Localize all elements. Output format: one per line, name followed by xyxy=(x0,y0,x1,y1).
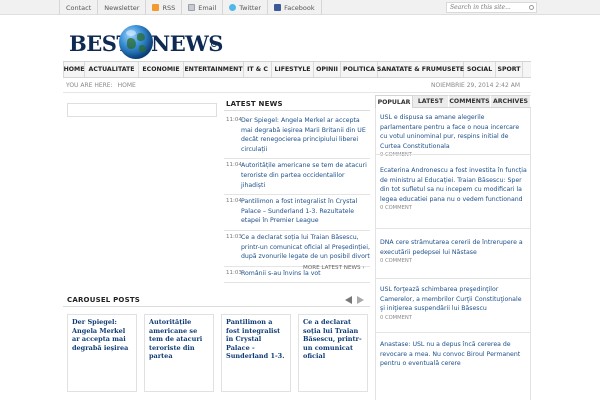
list-item: 11:04 Der Spiegel: Angela Merkel ar acce… xyxy=(224,114,370,160)
email-link[interactable]: Email xyxy=(182,0,224,15)
globe-land xyxy=(139,45,146,52)
news-link[interactable]: Der Spiegel: Angela Merkel ar accepta ma… xyxy=(241,116,370,154)
nav-item-social[interactable]: SOCIAL xyxy=(464,62,496,77)
tab-latest[interactable]: LATEST xyxy=(413,95,449,107)
contact-link[interactable]: Contact xyxy=(59,0,99,15)
popular-link[interactable]: USL forţează schimbarea preşedinţilor Ca… xyxy=(380,286,522,312)
news-time: 11:04 xyxy=(226,162,242,169)
list-item: USL e dispusa sa amane alegerile parlame… xyxy=(380,113,528,158)
popular-list: USL e dispusa sa amane alegerile parlame… xyxy=(375,108,531,400)
news-link[interactable]: Ce a declarat soția lui Traian Băsescu, … xyxy=(241,233,370,262)
globe-land xyxy=(137,33,145,41)
sidebar-tabs: POPULAR LATEST COMMENTS ARCHIVES xyxy=(375,95,531,108)
popular-link[interactable]: Ecaterina Andronescu a fost investita în… xyxy=(380,167,527,203)
list-divider xyxy=(376,154,530,155)
carousel-divider xyxy=(63,306,370,307)
search-box xyxy=(446,2,537,13)
nav-item-actualitate[interactable]: ACTUALITATE xyxy=(85,62,139,77)
newsletter-link[interactable]: Newsletter xyxy=(98,0,147,15)
list-divider xyxy=(376,278,530,279)
header-divider xyxy=(63,92,531,93)
list-item: Anastase: USL nu a depus încă cererea de… xyxy=(380,340,528,369)
rss-link[interactable]: RSS xyxy=(146,0,183,15)
latest-news-title: LATEST NEWS xyxy=(226,100,283,108)
carousel-card[interactable]: Pantilimon a fost integralist în Crystal… xyxy=(221,314,291,392)
search-icon[interactable] xyxy=(529,5,534,10)
more-latest-news-link[interactable]: MORE LATEST NEWS › xyxy=(303,265,365,271)
rss-icon xyxy=(152,4,160,11)
news-link[interactable]: Autoritățile americane se tem de atacuri… xyxy=(241,161,370,190)
globe-shine xyxy=(126,30,136,36)
breadcrumb: YOU ARE HERE: HOME xyxy=(66,82,136,89)
facebook-icon xyxy=(274,4,282,11)
nav-item-sanatate-frumusete[interactable]: SANATATE & FRUMUSETE xyxy=(377,62,464,77)
latest-news-list: 11:04 Der Spiegel: Angela Merkel ar acce… xyxy=(224,114,370,284)
top-links: Contact Newsletter RSS Email Twitter Fac… xyxy=(59,0,322,15)
tab-comments[interactable]: COMMENTS xyxy=(449,95,491,107)
arrow-left-icon[interactable] xyxy=(345,296,352,304)
tab-archives[interactable]: ARCHIVES xyxy=(491,95,531,107)
list-item: USL forţează schimbarea preşedinţilor Ca… xyxy=(380,285,528,321)
carousel-card[interactable]: Ce a declarat soția lui Traian Băsescu, … xyxy=(298,314,368,392)
tab-popular[interactable]: POPULAR xyxy=(375,95,413,108)
current-datetime: NOIEMBRIE 29, 2014 2:42 AM xyxy=(431,82,520,89)
popular-link[interactable]: Anastase: USL nu a depus încă cererea de… xyxy=(380,341,520,367)
popular-link[interactable]: DNA cere strămutarea cererii de întrerup… xyxy=(380,239,523,256)
globe-icon xyxy=(119,25,153,59)
list-item: 11:04 Pantilimon a fost integralist în C… xyxy=(224,195,370,231)
nav-item-opinii[interactable]: OPINII xyxy=(314,62,341,77)
list-item: 11:04 Autoritățile americane se tem de a… xyxy=(224,159,370,196)
main-nav: HOME ACTUALITATE ECONOMIE ENTERTAINMENT … xyxy=(63,61,531,78)
carousel-card[interactable]: Der Spiegel: Angela Merkel ar accepta ma… xyxy=(67,314,137,392)
news-time: 11:03 xyxy=(226,269,242,276)
search-input[interactable] xyxy=(447,3,527,12)
popular-link[interactable]: USL e dispusa sa amane alegerile parlame… xyxy=(380,114,519,150)
list-item: DNA cere strămutarea cererii de întrerup… xyxy=(380,238,528,264)
site-logo[interactable]: BEST NEWS R xyxy=(69,25,223,61)
news-time: 11:03 xyxy=(226,233,242,240)
comment-count[interactable]: 0 COMMENT xyxy=(380,205,528,211)
top-bar: Contact Newsletter RSS Email Twitter Fac… xyxy=(0,0,600,15)
featured-slider[interactable] xyxy=(67,103,217,117)
news-time: 11:04 xyxy=(226,117,242,123)
twitter-link[interactable]: Twitter xyxy=(223,0,269,15)
nav-item-it-c[interactable]: IT & C xyxy=(244,62,272,77)
news-time: 11:04 xyxy=(226,198,242,205)
list-divider xyxy=(376,228,530,229)
list-item: 11:03 Ce a declarat soția lui Traian Băs… xyxy=(224,231,370,267)
nav-item-lifestyle[interactable]: LIFESTYLE xyxy=(272,62,314,77)
globe-land xyxy=(127,38,136,49)
nav-item-home[interactable]: HOME xyxy=(63,62,85,77)
nav-item-politica[interactable]: POLITICA xyxy=(341,62,378,77)
comment-count[interactable]: 0 COMMENT xyxy=(380,258,528,264)
breadcrumb-home[interactable]: HOME xyxy=(118,82,136,89)
carousel-card[interactable]: Autoritățile americane se tem de atacuri… xyxy=(144,314,214,392)
nav-item-entertainment[interactable]: ENTERTAINMENT xyxy=(184,62,244,77)
email-icon xyxy=(188,4,196,11)
nav-item-economie[interactable]: ECONOMIE xyxy=(139,62,184,77)
registered-mark: R xyxy=(211,41,217,47)
list-item: Ecaterina Andronescu a fost investita în… xyxy=(380,166,528,211)
twitter-icon xyxy=(229,4,237,11)
comment-count[interactable]: 0 COMMENT xyxy=(380,315,528,321)
list-divider xyxy=(376,332,530,333)
facebook-link[interactable]: Facebook xyxy=(268,0,322,15)
latest-news-divider xyxy=(224,110,370,111)
carousel-title: CAROUSEL POSTS xyxy=(67,296,141,304)
arrow-right-icon[interactable] xyxy=(357,296,364,304)
news-link[interactable]: Pantilimon a fost integralist în Crystal… xyxy=(241,197,370,226)
breadcrumb-prefix: YOU ARE HERE: xyxy=(66,82,113,89)
nav-item-sport[interactable]: SPORT xyxy=(496,62,523,77)
carousel-cards: Der Spiegel: Angela Merkel ar accepta ma… xyxy=(67,314,370,394)
